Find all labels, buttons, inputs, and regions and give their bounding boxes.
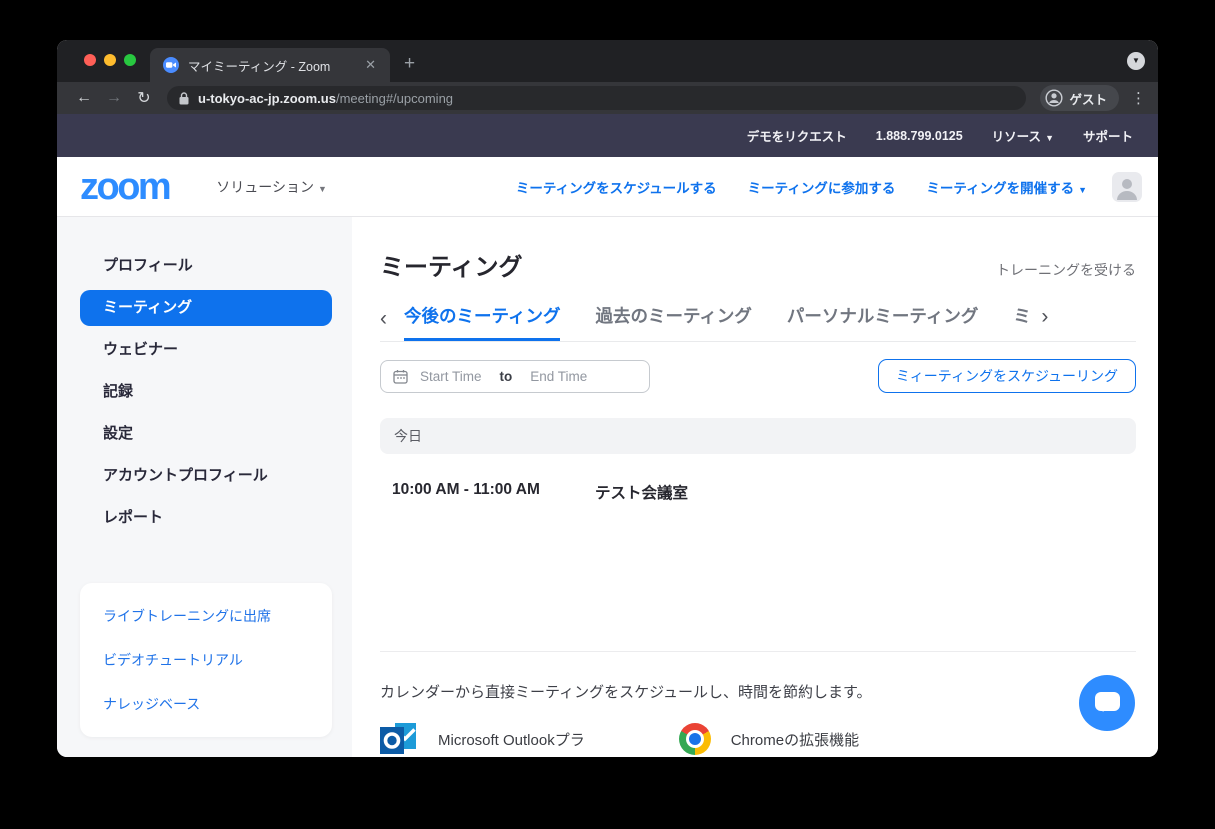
new-tab-button[interactable]: + — [404, 53, 415, 75]
browser-tab[interactable]: マイミーティング - Zoom ✕ — [150, 48, 390, 82]
zoom-logo[interactable]: zoom — [80, 168, 172, 206]
chrome-icon — [678, 723, 711, 755]
outlook-plugin-label: Microsoft Outlookプラ — [438, 731, 585, 749]
browser-window: マイミーティング - Zoom ✕ + ▼ ← → ↻ u-tokyo-ac-j… — [57, 40, 1158, 757]
url-domain: u-tokyo-ac-jp.zoom.us — [198, 90, 336, 106]
sidebar-item-profile[interactable]: プロフィール — [57, 245, 352, 287]
browser-toolbar: ← → ↻ u-tokyo-ac-jp.zoom.us /meeting#/up… — [57, 82, 1158, 114]
date-range-to-label: to — [499, 368, 513, 384]
lock-icon — [179, 91, 189, 104]
integrations-row: Microsoft Outlookプラ Chromeの拡張機能 — [380, 721, 1136, 757]
tab-title: マイミーティング - Zoom — [188, 59, 331, 74]
chrome-extension-label: Chromeの拡張機能 — [730, 731, 860, 749]
sidebar-help-card: ライブトレーニングに出席 ビデオチュートリアル ナレッジベース — [80, 583, 332, 737]
tabs-scroll-left-icon[interactable]: ‹ — [380, 308, 387, 341]
url-bar[interactable]: u-tokyo-ac-jp.zoom.us /meeting#/upcoming — [167, 86, 1027, 110]
video-tutorials-link[interactable]: ビデオチュートリアル — [103, 637, 332, 681]
attend-live-training-link[interactable]: ライブトレーニングに出席 — [103, 593, 332, 637]
outlook-plugin-item[interactable]: Microsoft Outlookプラ — [380, 721, 585, 757]
meeting-time: 10:00 AM - 11:00 AM — [392, 481, 540, 498]
guest-profile-button[interactable]: ゲスト — [1040, 85, 1119, 111]
sidebar-item-settings[interactable]: 設定 — [57, 413, 352, 455]
guest-label: ゲスト — [1069, 92, 1107, 107]
today-section-header: 今日 — [380, 418, 1136, 454]
calendar-promo-text: カレンダーから直接ミーティングをスケジュールし、時間を節約します。 — [380, 684, 872, 701]
solutions-menu[interactable]: ソリューション ▼ — [216, 177, 327, 197]
support-link[interactable]: サポート — [1083, 126, 1133, 145]
page-body: プロフィール ミーティング ウェビナー 記録 設定 アカウントプロフィール レポ… — [57, 217, 1158, 757]
schedule-meeting-link[interactable]: ミーティングをスケジュールする — [516, 177, 717, 197]
divider — [380, 651, 1136, 652]
zoom-favicon-icon — [163, 57, 179, 73]
filter-row: Start Time to End Time ミィーティングをスケジューリング — [380, 359, 1136, 393]
meeting-row[interactable]: 10:00 AM - 11:00 AM テスト会議室 — [380, 481, 1136, 503]
sidebar-item-meetings[interactable]: ミーティング — [80, 290, 332, 326]
start-time-placeholder[interactable]: Start Time — [420, 369, 482, 384]
date-range-picker[interactable]: Start Time to End Time — [380, 359, 650, 393]
site-header: zoom ソリューション ▼ ミーティングをスケジュールする ミーティングに参加す… — [57, 157, 1158, 217]
window-controls — [84, 54, 136, 66]
schedule-meeting-button[interactable]: ミィーティングをスケジューリング — [877, 359, 1136, 393]
host-meeting-menu[interactable]: ミーティングを開催する ▼ — [926, 177, 1087, 197]
caret-down-icon: ▼ — [1078, 184, 1087, 195]
person-icon — [1117, 178, 1137, 200]
tab-close-icon[interactable]: ✕ — [361, 55, 380, 75]
meeting-topic[interactable]: テスト会議室 — [595, 481, 688, 503]
sidebar: プロフィール ミーティング ウェビナー 記録 設定 アカウントプロフィール レポ… — [57, 217, 352, 757]
tab-previous-meetings[interactable]: 過去のミーティング — [595, 303, 751, 341]
sidebar-item-reports[interactable]: レポート — [57, 497, 352, 539]
minimize-window-button[interactable] — [104, 54, 116, 66]
url-path: /meeting#/upcoming — [335, 90, 454, 106]
sidebar-item-account-profile[interactable]: アカウントプロフィール — [57, 455, 352, 497]
page-title: ミーティング — [380, 254, 523, 281]
back-icon[interactable]: ← — [69, 89, 99, 107]
sidebar-item-recordings[interactable]: 記録 — [57, 371, 352, 413]
tabstrip-dropdown-button[interactable]: ▼ — [1127, 52, 1145, 70]
request-demo-link[interactable]: デモをリクエスト — [747, 126, 847, 145]
get-training-link[interactable]: トレーニングを受ける — [996, 260, 1136, 280]
chat-support-button[interactable] — [1079, 675, 1135, 731]
reload-icon[interactable]: ↻ — [129, 88, 159, 108]
join-meeting-link[interactable]: ミーティングに参加する — [748, 177, 896, 197]
forward-icon[interactable]: → — [99, 89, 129, 107]
outlook-icon — [380, 723, 416, 754]
browser-tabstrip: マイミーティング - Zoom ✕ + ▼ — [57, 40, 1158, 82]
calendar-icon — [393, 369, 408, 384]
sidebar-item-webinars[interactable]: ウェビナー — [57, 329, 352, 371]
end-time-placeholder[interactable]: End Time — [530, 369, 587, 384]
meeting-tabs: ‹ 今後のミーティング 過去のミーティング パーソナルミーティング ミ › — [380, 303, 1136, 342]
avatar[interactable] — [1112, 171, 1142, 202]
title-row: ミーティング トレーニングを受ける — [380, 247, 1136, 282]
chat-bubble-icon — [1094, 692, 1120, 712]
phone-number-link[interactable]: 1.888.799.0125 — [876, 129, 963, 143]
tabs-scroll-right-icon[interactable]: › — [1041, 306, 1048, 341]
caret-down-icon: ▼ — [317, 183, 327, 194]
resources-menu[interactable]: リソース ▼ — [992, 126, 1054, 145]
browser-menu-icon[interactable]: ⋮ — [1131, 89, 1146, 107]
caret-down-icon: ▼ — [1045, 133, 1054, 143]
chrome-extension-item[interactable]: Chromeの拡張機能 — [678, 723, 860, 755]
tab-meeting-templates-truncated[interactable]: ミ — [1013, 303, 1031, 341]
site-topbar: デモをリクエスト 1.888.799.0125 リソース ▼ サポート — [57, 114, 1158, 157]
main-content: ミーティング トレーニングを受ける ‹ 今後のミーティング 過去のミーティング … — [352, 217, 1158, 757]
header-nav: ミーティングをスケジュールする ミーティングに参加する ミーティングを開催する ▼ — [516, 177, 1087, 197]
close-window-button[interactable] — [84, 54, 96, 66]
knowledge-base-link[interactable]: ナレッジベース — [103, 681, 332, 725]
maximize-window-button[interactable] — [124, 54, 136, 66]
person-icon — [1045, 89, 1064, 107]
tab-personal-meetings[interactable]: パーソナルミーティング — [787, 303, 978, 341]
tab-upcoming-meetings[interactable]: 今後のミーティング — [404, 303, 561, 341]
